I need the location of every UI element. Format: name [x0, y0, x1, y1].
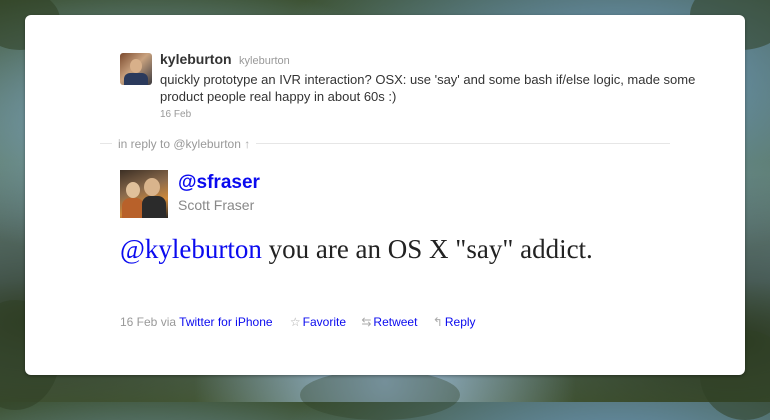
author-names: @sfraser Scott Fraser — [178, 172, 260, 213]
author-full-name: Scott Fraser — [178, 197, 255, 213]
parent-handle: kyleburton — [239, 55, 290, 67]
author-avatar[interactable] — [120, 170, 168, 218]
in-reply-to-link[interactable]: in reply to @kyleburton ↑ — [112, 135, 257, 153]
tweet-card: kyleburton kyleburton quickly prototype … — [25, 15, 745, 375]
star-icon: ☆ — [289, 315, 301, 329]
background-foliage — [300, 370, 460, 420]
tweet-text: @kyleburton you are an OS X "say" addict… — [120, 232, 620, 267]
parent-timestamp[interactable]: 16 Feb — [160, 109, 700, 120]
favorite-button[interactable]: ☆ Favorite — [290, 315, 349, 329]
tweet-text-body: you are an OS X "say" addict. — [261, 234, 593, 264]
retweet-label: Retweet — [373, 315, 418, 329]
via-label: via — [160, 315, 177, 329]
in-reply-to-label: in reply to @kyleburton — [118, 137, 241, 151]
parent-tweet-text: quickly prototype an IVR interaction? OS… — [160, 72, 696, 104]
mention-link[interactable]: @kyleburton — [120, 234, 262, 264]
parent-tweet: kyleburton kyleburton quickly prototype … — [120, 51, 700, 120]
parent-avatar[interactable] — [120, 53, 152, 85]
up-arrow-icon: ↑ — [244, 137, 251, 151]
retweet-icon: ⇆ — [361, 315, 372, 329]
reply-button[interactable]: ↰ Reply — [433, 315, 476, 329]
author-screen-name[interactable]: @sfraser — [178, 172, 260, 194]
favorite-label: Favorite — [302, 315, 347, 329]
parent-screen-name[interactable]: kyleburton — [160, 51, 232, 67]
retweet-button[interactable]: ⇆ Retweet — [361, 315, 420, 329]
reply-label: Reply — [444, 315, 476, 329]
source-link[interactable]: Twitter for iPhone — [179, 315, 272, 329]
in-reply-to-divider: in reply to @kyleburton ↑ — [100, 135, 670, 153]
tweet-meta: 16 Feb via Twitter for iPhone ☆ Favorite … — [120, 314, 476, 330]
reply-icon: ↰ — [432, 315, 443, 329]
tweet-timestamp[interactable]: 16 Feb — [120, 315, 157, 329]
